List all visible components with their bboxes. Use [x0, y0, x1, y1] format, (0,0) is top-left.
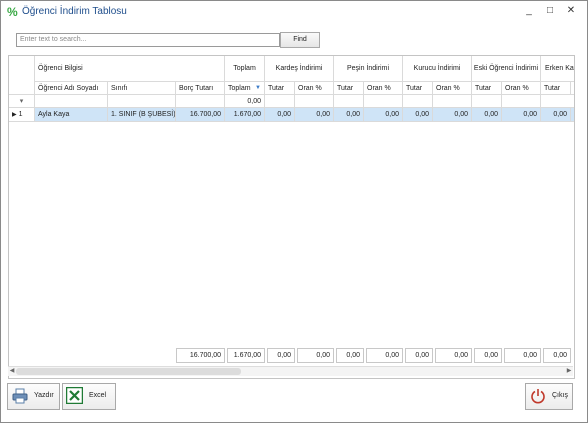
- column-ad-soyad[interactable]: Öğrenci Adı Soyadı: [35, 82, 108, 95]
- footer-kurucu-oran: 0,00: [435, 348, 472, 363]
- band-eski-ogrenci-indirimi[interactable]: Eski Öğrenci İndirimi: [472, 56, 541, 82]
- footer-eski-tutar: 0,00: [474, 348, 502, 363]
- row-indicator-header: [9, 56, 35, 95]
- exit-button-label: Çıkış: [552, 392, 568, 399]
- band-erken-kayit[interactable]: Erken Kay: [541, 56, 574, 82]
- current-row-arrow-icon: ▶: [12, 112, 17, 118]
- maximize-button[interactable]: □: [541, 4, 559, 18]
- table-cell-pesin-oran[interactable]: 0,00: [364, 108, 403, 122]
- column-borc-tutari[interactable]: Borç Tutarı: [176, 82, 225, 95]
- band-kardes-indirimi[interactable]: Kardeş İndirimi: [265, 56, 334, 82]
- column-toplam[interactable]: Toplam ▼: [225, 82, 265, 95]
- row-number: 1: [18, 111, 23, 118]
- excel-icon: [66, 387, 83, 404]
- minimize-button[interactable]: _: [520, 4, 538, 18]
- footer-eski-oran: 0,00: [504, 348, 541, 363]
- scroll-left-icon[interactable]: ◀: [8, 367, 16, 376]
- column-eski-oran[interactable]: Oran %: [502, 82, 541, 95]
- table-cell-borc[interactable]: 16.700,00: [176, 108, 225, 122]
- excel-button-label: Excel: [89, 392, 107, 399]
- filter-row-icon: ▾: [9, 95, 35, 108]
- band-kurucu-indirimi[interactable]: Kurucu İndirimi: [403, 56, 472, 82]
- footer-kurucu-tutar: 0,00: [405, 348, 433, 363]
- table-cell-kurucu-oran[interactable]: 0,00: [433, 108, 472, 122]
- table-cell-kurucu-tutar[interactable]: 0,00: [403, 108, 433, 122]
- excel-button[interactable]: Excel: [62, 383, 116, 410]
- filter-borc[interactable]: [176, 95, 225, 108]
- search-input[interactable]: Enter text to search...: [16, 33, 280, 47]
- exit-button[interactable]: Çıkış: [525, 383, 573, 410]
- column-pesin-tutar[interactable]: Tutar: [334, 82, 364, 95]
- table-cell-eski-tutar[interactable]: 0,00: [472, 108, 502, 122]
- column-pesin-oran[interactable]: Oran %: [364, 82, 403, 95]
- filter-cell[interactable]: [433, 95, 472, 108]
- footer-borc-total: 16.700,00: [176, 348, 225, 363]
- print-button[interactable]: Yazdır: [7, 383, 60, 410]
- filter-cell[interactable]: [541, 95, 574, 108]
- column-kurucu-oran[interactable]: Oran %: [433, 82, 472, 95]
- filter-cell[interactable]: [502, 95, 541, 108]
- filter-ad-soyad[interactable]: [35, 95, 108, 108]
- footer-pesin-tutar: 0,00: [336, 348, 364, 363]
- printer-icon: [12, 388, 28, 404]
- percent-icon: %: [7, 5, 18, 19]
- filter-cell[interactable]: [265, 95, 295, 108]
- find-button[interactable]: Find: [280, 32, 320, 48]
- footer-kardes-tutar: 0,00: [267, 348, 295, 363]
- footer-erken-tutar: 0,00: [543, 348, 571, 363]
- column-toplam-label: Toplam: [228, 85, 251, 92]
- column-kardes-tutar[interactable]: Tutar: [265, 82, 295, 95]
- scroll-right-icon[interactable]: ▶: [565, 367, 573, 376]
- title-bar: % Öğrenci İndirim Tablosu _ □ ✕: [1, 1, 587, 23]
- filter-cell[interactable]: [364, 95, 403, 108]
- filter-cell[interactable]: [472, 95, 502, 108]
- band-toplam[interactable]: Toplam: [225, 56, 265, 82]
- filter-cell[interactable]: [295, 95, 334, 108]
- scrollbar-thumb[interactable]: [16, 368, 241, 375]
- filter-cell[interactable]: [403, 95, 433, 108]
- column-erken-clipped[interactable]: (: [571, 82, 574, 95]
- column-kurucu-tutar[interactable]: Tutar: [403, 82, 433, 95]
- footer-pesin-oran: 0,00: [366, 348, 403, 363]
- power-icon: [531, 389, 545, 404]
- table-cell-toplam[interactable]: 1.670,00: [225, 108, 265, 122]
- filter-cell[interactable]: [334, 95, 364, 108]
- horizontal-scrollbar[interactable]: ◀ ▶: [8, 366, 573, 376]
- filter-icon[interactable]: ▼: [255, 82, 261, 94]
- table-cell-eski-oran[interactable]: 0,00: [502, 108, 541, 122]
- table-cell-kardes-tutar[interactable]: 0,00: [265, 108, 295, 122]
- discount-grid: Öğrenci Bilgisi Toplam Kardeş İndirimi P…: [8, 55, 575, 379]
- window-title: Öğrenci İndirim Tablosu: [22, 6, 127, 17]
- band-ogrenci-bilgisi[interactable]: Öğrenci Bilgisi: [35, 56, 225, 82]
- table-cell-pesin-tutar[interactable]: 0,00: [334, 108, 364, 122]
- table-cell-kardes-oran[interactable]: 0,00: [295, 108, 334, 122]
- column-eski-tutar[interactable]: Tutar: [472, 82, 502, 95]
- column-sinif[interactable]: Sınıfı: [108, 82, 176, 95]
- print-button-label: Yazdır: [34, 392, 54, 399]
- table-cell-erken-clipped[interactable]: [571, 108, 574, 122]
- footer-kardes-oran: 0,00: [297, 348, 334, 363]
- main-window: % Öğrenci İndirim Tablosu _ □ ✕ Enter te…: [0, 0, 588, 423]
- band-pesin-indirimi[interactable]: Peşin İndirimi: [334, 56, 403, 82]
- close-button[interactable]: ✕: [562, 4, 580, 18]
- footer-toplam-total: 1.670,00: [227, 348, 265, 363]
- table-cell-ad-soyad[interactable]: Ayla Kaya: [35, 108, 108, 122]
- column-erken-tutar[interactable]: Tutar: [541, 82, 571, 95]
- filter-sinif[interactable]: [108, 95, 176, 108]
- row-indicator[interactable]: ▶ 1: [9, 108, 35, 122]
- table-cell-erken-tutar[interactable]: 0,00: [541, 108, 571, 122]
- filter-toplam[interactable]: 0,00: [225, 95, 265, 108]
- table-cell-sinif[interactable]: 1. SINIF (B ŞUBESİ): [108, 108, 176, 122]
- column-kardes-oran[interactable]: Oran %: [295, 82, 334, 95]
